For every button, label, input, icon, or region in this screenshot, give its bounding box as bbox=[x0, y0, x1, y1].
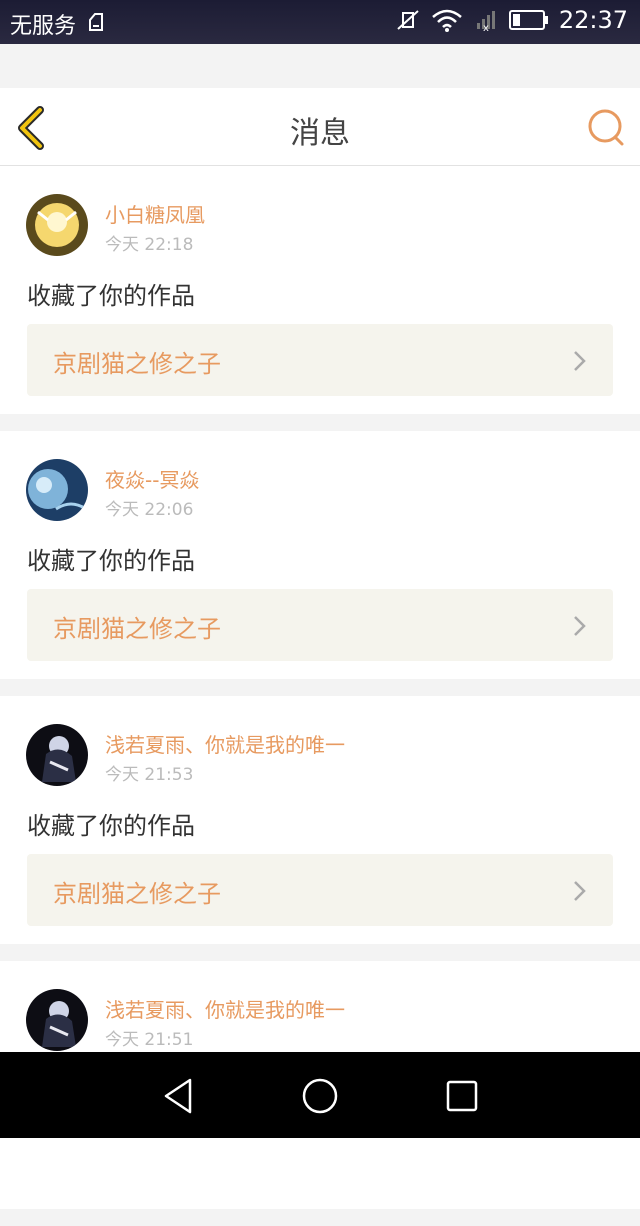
user-name[interactable]: 夜焱--冥焱 bbox=[105, 464, 199, 493]
user-name[interactable]: 浅若夏雨、你就是我的唯一 bbox=[105, 994, 345, 1023]
message-card: 小白糖凤凰 今天 22:18 收藏了你的作品 京剧猫之修之子 bbox=[0, 166, 640, 414]
avatar[interactable] bbox=[26, 724, 88, 786]
avatar[interactable] bbox=[26, 459, 88, 521]
status-bar: 无服务 x 22:37 bbox=[0, 0, 640, 44]
message-time: 今天 21:51 bbox=[105, 1030, 194, 1050]
message-action: 收藏了你的作品 bbox=[27, 282, 195, 310]
work-link[interactable]: 京剧猫之修之子 bbox=[27, 854, 613, 926]
user-name[interactable]: 浅若夏雨、你就是我的唯一 bbox=[105, 729, 345, 758]
chevron-right-icon bbox=[574, 616, 586, 636]
nav-header: 消息 bbox=[0, 88, 640, 166]
message-card: 夜焱--冥焱 今天 22:06 收藏了你的作品 京剧猫之修之子 bbox=[0, 431, 640, 679]
work-title: 京剧猫之修之子 bbox=[53, 880, 221, 908]
system-nav-bar bbox=[0, 1052, 640, 1138]
search-icon[interactable] bbox=[586, 108, 626, 148]
signal-icon: x bbox=[476, 11, 495, 33]
work-title: 京剧猫之修之子 bbox=[53, 350, 221, 378]
wifi-icon bbox=[432, 9, 462, 32]
battery-icon bbox=[508, 10, 548, 30]
back-triangle-icon[interactable] bbox=[158, 1076, 198, 1116]
message-time: 今天 22:18 bbox=[105, 235, 194, 255]
clock: 22:37 bbox=[558, 6, 628, 34]
avatar[interactable] bbox=[26, 989, 88, 1051]
avatar[interactable] bbox=[26, 194, 88, 256]
message-action: 收藏了你的作品 bbox=[27, 547, 195, 575]
carrier-label: 无服务 bbox=[10, 14, 77, 39]
svg-text:x: x bbox=[483, 23, 489, 33]
chevron-right-icon bbox=[574, 351, 586, 371]
chevron-right-icon bbox=[574, 881, 586, 901]
message-action: 收藏了你的作品 bbox=[27, 812, 195, 840]
message-card: 浅若夏雨、你就是我的唯一 今天 21:53 收藏了你的作品 京剧猫之修之子 bbox=[0, 696, 640, 944]
work-link[interactable]: 京剧猫之修之子 bbox=[27, 324, 613, 396]
message-time: 今天 21:53 bbox=[105, 765, 194, 785]
vibrate-mute-icon bbox=[397, 10, 419, 30]
home-circle-icon[interactable] bbox=[300, 1076, 340, 1116]
work-title: 京剧猫之修之子 bbox=[53, 615, 221, 643]
message-time: 今天 22:06 bbox=[105, 500, 194, 520]
sim-card-icon bbox=[89, 13, 103, 31]
top-spacer bbox=[0, 44, 640, 88]
recents-square-icon[interactable] bbox=[442, 1076, 482, 1116]
page-title: 消息 bbox=[290, 116, 350, 151]
work-link[interactable]: 京剧猫之修之子 bbox=[27, 589, 613, 661]
user-name[interactable]: 小白糖凤凰 bbox=[105, 199, 205, 228]
